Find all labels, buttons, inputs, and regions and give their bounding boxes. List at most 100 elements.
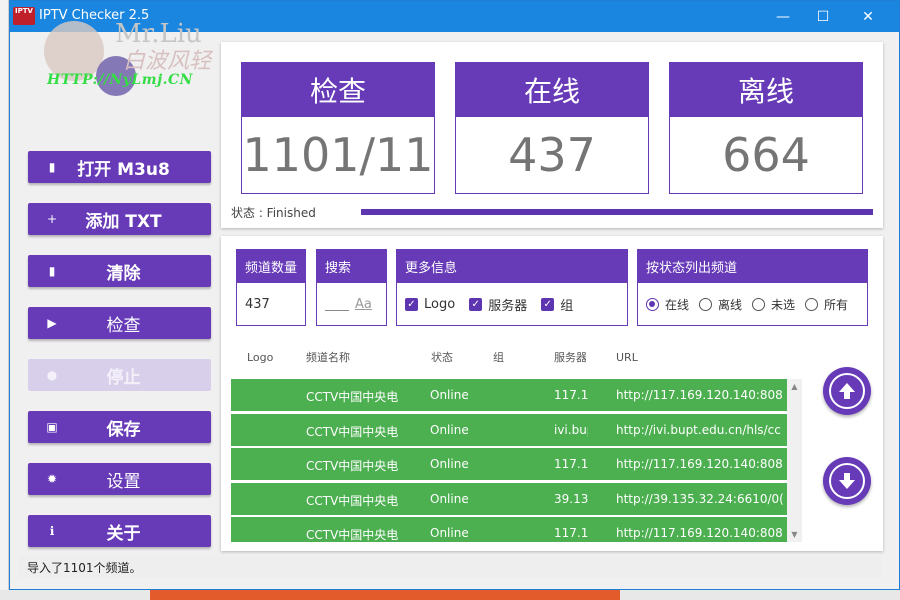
radio-icon	[699, 297, 713, 311]
radio-online[interactable]: 在线	[646, 296, 689, 313]
online-stat-label: 在线	[456, 63, 648, 117]
status-filter-box: 按状态列出频道 在线 离线 未选 所有	[637, 249, 868, 326]
scroll-down-icon[interactable]: ▼	[787, 530, 802, 539]
offline-stat-label: 离线	[670, 63, 862, 117]
plus-icon: +	[46, 212, 58, 226]
table-row[interactable]: CCTV中国中央电 Online 117.1( http://117.169.1…	[231, 517, 787, 542]
app-icon: IPTV	[13, 7, 35, 25]
taskbar-fragment-orange	[150, 590, 620, 600]
app-window: IPTV IPTV Checker 2.5 — ☐ ✕ Mr.Liu 白波风轻 …	[9, 0, 900, 590]
row-server: 117.1(	[554, 526, 588, 540]
radio-offline[interactable]: 离线	[699, 296, 742, 313]
save-icon: ▣	[46, 420, 58, 434]
table-row[interactable]: CCTV中国中央电 Online 39.13! http://39.135.32…	[231, 483, 787, 515]
maximize-button[interactable]: ☐	[800, 1, 846, 32]
add-txt-label: 添加 TXT	[85, 211, 162, 232]
offline-stat: 离线 664	[669, 62, 863, 194]
settings-label: 设置	[106, 471, 141, 492]
channel-count-box: 频道数量 437	[236, 249, 306, 326]
watermark-brand-cn: 白波风轻	[123, 49, 212, 74]
row-channel-name: CCTV中国中央电	[306, 425, 399, 439]
check-stat-value: 1101/11	[242, 128, 434, 182]
check-button[interactable]: ▶ 检查	[28, 307, 211, 339]
watermark-url: HTTP://NyLmj.CN	[47, 72, 193, 88]
column-status[interactable]: 状态	[431, 349, 453, 365]
match-case-icon[interactable]: Aa	[355, 297, 372, 312]
row-url: http://39.135.32.24:6610/0(	[616, 492, 784, 506]
about-button[interactable]: ℹ 关于	[28, 515, 211, 547]
search-label: 搜索	[317, 250, 386, 283]
move-down-button[interactable]	[823, 457, 871, 505]
stop-label: 停止	[106, 367, 141, 388]
row-server: 117.1(	[554, 388, 588, 402]
row-server: 39.13!	[554, 492, 588, 506]
open-m3u8-button[interactable]: ▮ 打开 M3u8	[28, 151, 211, 183]
status-bar-text: 导入了1101个频道。	[27, 560, 142, 575]
stop-button[interactable]: ● 停止	[28, 359, 211, 391]
close-button[interactable]: ✕	[845, 1, 891, 32]
row-status: Online	[430, 457, 469, 471]
gear-icon: ✹	[46, 472, 58, 486]
clear-button[interactable]: ▮ 清除	[28, 255, 211, 287]
row-channel-name: CCTV中国中央电	[306, 390, 399, 404]
channel-list-card: 频道数量 437 搜索 Aa 更多信息 ✓ Logo ✓ 服务器 ✓ 组 按状态…	[221, 236, 883, 551]
status-text: 状态 : Finished	[231, 206, 316, 220]
table-row[interactable]: CCTV中国中央电 Online 117.1( http://117.169.1…	[231, 448, 787, 480]
table-row[interactable]: CCTV中国中央电 Online ivi.bup http://ivi.bupt…	[231, 414, 787, 446]
status-bar: 导入了1101个频道。	[19, 556, 881, 578]
trash-icon: ▮	[48, 264, 56, 278]
table-scrollbar[interactable]: ▲ ▼	[787, 379, 802, 542]
arrow-up-icon	[839, 383, 855, 399]
more-info-label: 更多信息	[397, 250, 627, 283]
open-m3u8-label: 打开 M3u8	[77, 159, 170, 180]
channel-table-body: CCTV中国中央电 Online 117.1( http://117.169.1…	[231, 379, 787, 542]
logo-checkbox[interactable]: ✓ Logo	[405, 297, 455, 312]
radio-all[interactable]: 所有	[805, 296, 848, 313]
check-icon: ✓	[469, 297, 483, 311]
check-icon: ✓	[541, 297, 555, 311]
check-icon: ✓	[405, 297, 418, 311]
server-checkbox[interactable]: ✓ 服务器	[469, 295, 527, 314]
row-url: http://117.169.120.140:808	[616, 457, 783, 471]
column-channel-name[interactable]: 频道名称	[306, 349, 350, 365]
status-filter-label: 按状态列出频道	[638, 250, 867, 283]
radio-offline-label: 离线	[718, 297, 743, 312]
add-txt-button[interactable]: + 添加 TXT	[28, 203, 211, 235]
row-server: 117.1(	[554, 457, 588, 471]
group-checkbox-label: 组	[560, 298, 574, 314]
desktop-background	[0, 0, 9, 600]
channel-count-value: 437	[245, 296, 270, 312]
column-group[interactable]: 组	[493, 349, 504, 365]
online-stat-value: 437	[508, 128, 596, 182]
move-up-button[interactable]	[823, 367, 871, 415]
logo-checkbox-label: Logo	[424, 296, 456, 312]
column-logo[interactable]: Logo	[247, 351, 273, 364]
play-icon: ▶	[47, 316, 57, 330]
save-label: 保存	[106, 419, 141, 440]
table-row[interactable]: CCTV中国中央电 Online 117.1( http://117.169.1…	[231, 379, 787, 411]
radio-icon	[752, 297, 766, 311]
column-url[interactable]: URL	[616, 351, 638, 364]
scroll-up-icon[interactable]: ▲	[787, 382, 802, 391]
row-url: http://117.169.120.140:808	[616, 388, 783, 402]
search-box: 搜索 Aa	[316, 249, 387, 326]
search-input[interactable]	[325, 297, 349, 311]
radio-unchecked[interactable]: 未选	[752, 296, 795, 313]
offline-stat-value: 664	[722, 128, 810, 182]
row-status: Online	[430, 492, 469, 506]
radio-selected-icon	[646, 297, 659, 311]
settings-button[interactable]: ✹ 设置	[28, 463, 211, 495]
table-header: Logo 频道名称 状态 组 服务器 URL	[231, 337, 801, 377]
arrow-down-icon	[839, 473, 855, 489]
save-button[interactable]: ▣ 保存	[28, 411, 211, 443]
group-checkbox[interactable]: ✓ 组	[541, 295, 573, 314]
check-stat-label: 检查	[242, 63, 434, 117]
row-channel-name: CCTV中国中央电	[306, 459, 399, 473]
row-channel-name: CCTV中国中央电	[306, 528, 399, 542]
info-icon: ℹ	[49, 524, 55, 538]
column-server[interactable]: 服务器	[554, 349, 586, 365]
radio-online-label: 在线	[665, 297, 690, 312]
server-checkbox-label: 服务器	[488, 298, 528, 314]
row-status: Online	[430, 388, 469, 402]
row-url: http://117.169.120.140:808	[616, 526, 783, 540]
